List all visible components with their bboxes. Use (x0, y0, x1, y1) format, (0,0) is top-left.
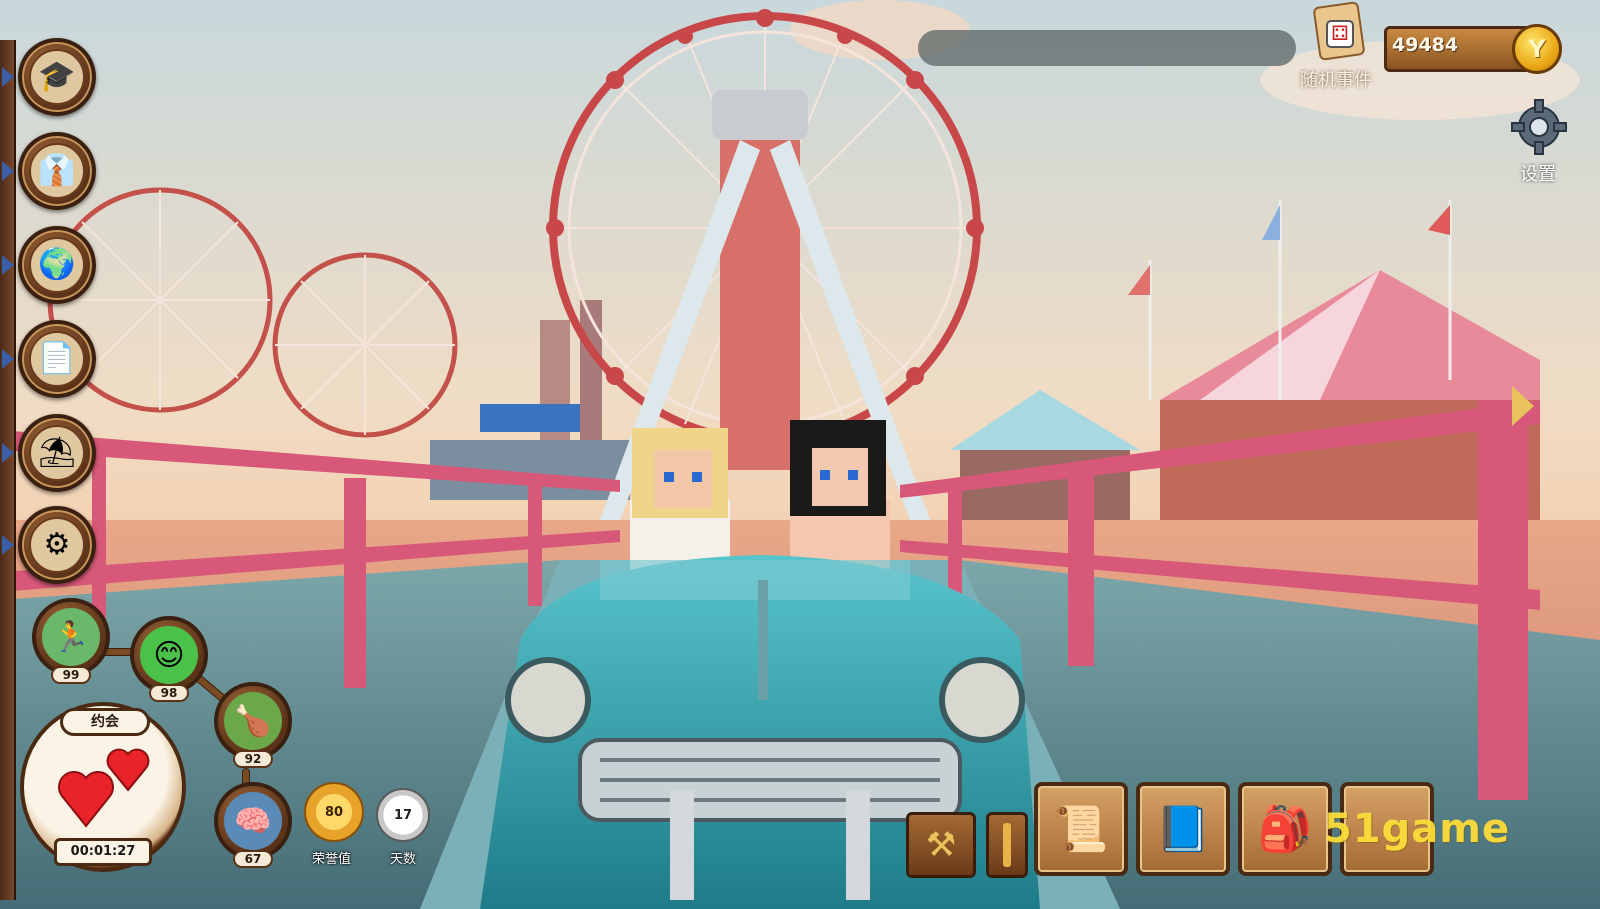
diary-book-icon: 📘 (1155, 804, 1211, 855)
amusement-park-scene (0, 0, 1600, 909)
toolbar-divider (986, 812, 1028, 878)
settings-label: 设置 (1520, 164, 1556, 185)
coin-icon[interactable]: Y (1512, 24, 1562, 74)
tool-backpack-button[interactable]: 🎒 (1238, 782, 1332, 876)
tool-recipe-button[interactable]: 📜 (1034, 782, 1128, 876)
businessman-icon: 👔 (29, 143, 85, 199)
scene-artwork (0, 0, 1600, 909)
backpack-icon: 🎒 (1257, 804, 1313, 855)
side-menu-button-4[interactable]: ⛱ (18, 414, 96, 492)
stat-value: 92 (233, 750, 273, 768)
side-menu-button-0[interactable]: 🎓 (18, 38, 96, 116)
tool-diary-button[interactable]: 📘 (1136, 782, 1230, 876)
expand-arrow-icon[interactable] (1512, 386, 1534, 426)
side-menu-arrow-icon (2, 349, 14, 369)
beach-umbrella-icon: ⛱ (29, 425, 85, 481)
random-event-button[interactable]: ⚃ (1312, 1, 1368, 64)
document-icon: 📄 (29, 331, 85, 387)
stat-value: 67 (233, 850, 273, 868)
side-menu-arrow-icon (2, 255, 14, 275)
activity-timer: 00:01:27 (54, 838, 152, 866)
side-menu-button-1[interactable]: 👔 (18, 132, 96, 210)
hammer-icon: ⚒ (925, 825, 957, 865)
wheel-icon: ⚙ (29, 517, 85, 573)
stat-mood[interactable]: 😊 (130, 616, 208, 694)
side-menu-arrow-icon (2, 161, 14, 181)
side-menu-button-3[interactable]: 📄 (18, 320, 96, 398)
honor-medal-icon[interactable]: 80 (304, 782, 364, 842)
tool-hammer-button[interactable]: ⚒ (906, 812, 976, 878)
brain-icon: 🧠 (224, 792, 282, 850)
stat-value: 99 (51, 666, 91, 684)
gear-icon[interactable] (1510, 98, 1568, 156)
hearts-icon (58, 748, 150, 828)
days-label: 天数 (390, 852, 417, 867)
side-menu-arrow-icon (2, 535, 14, 555)
message-bar (918, 30, 1296, 66)
side-menu-button-2[interactable]: 🌍 (18, 226, 96, 304)
stat-intellect[interactable]: 🧠 (214, 782, 292, 860)
activity-label: 约会 (60, 708, 150, 736)
watermark: 51game (1324, 806, 1511, 852)
graduation-cap-icon: 🎓 (29, 49, 85, 105)
side-menu-arrow-icon (2, 443, 14, 463)
dice-icon: ⚃ (1326, 20, 1354, 48)
coin-symbol: Y (1528, 35, 1546, 63)
stat-stamina[interactable]: 🏃 (32, 598, 110, 676)
chicken-icon: 🍗 (224, 692, 282, 750)
days-value: 17 (393, 807, 413, 823)
runner-icon: 🏃 (42, 608, 100, 666)
coin-value: 49484 (1392, 34, 1459, 56)
side-menu-button-5[interactable]: ⚙ (18, 506, 96, 584)
honor-label: 荣誉值 (312, 852, 352, 867)
honor-value: 80 (324, 804, 344, 820)
stat-value: 98 (149, 684, 189, 702)
side-menu-arrow-icon (2, 67, 14, 87)
smile-icon: 😊 (140, 626, 198, 684)
globe-icon: 🌍 (29, 237, 85, 293)
recipe-scroll-icon: 📜 (1053, 804, 1109, 855)
random-event-label: 随机事件 (1300, 70, 1372, 91)
stat-hunger[interactable]: 🍗 (214, 682, 292, 760)
stopwatch-icon[interactable]: 17 (376, 788, 430, 842)
